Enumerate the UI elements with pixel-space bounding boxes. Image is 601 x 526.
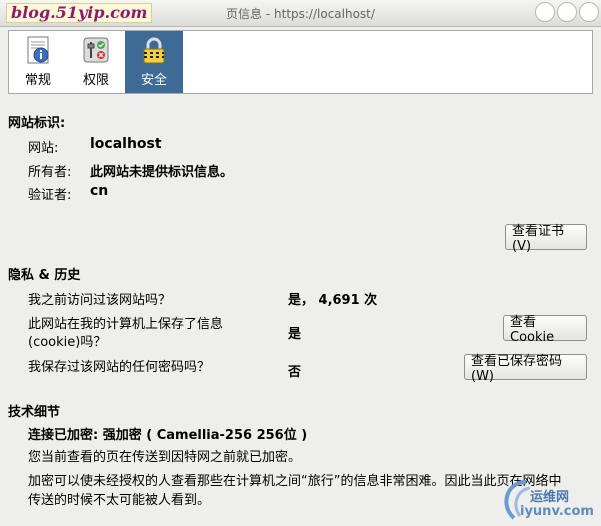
technical-line1: 您当前查看的页在传送到因特网之前就已加密。 [28,450,302,465]
identity-heading: 网站标识: [8,116,66,131]
tab-security-label: 安全 [140,73,167,88]
site-label: 网站: [28,141,59,156]
technical-line2: 加密可以使未经授权的人查看那些在计算机之间“旅行”的信息非常困难。因此当此页在网… [28,474,562,489]
cookie-answer: 是 [288,327,302,342]
password-question: 我保存过该网站的任何密码吗？ [28,360,211,375]
privacy-heading: 隐私 & 历史 [8,268,81,283]
view-cookie-button[interactable]: 查看 Cookie [503,315,587,345]
tab-general[interactable]: 常规 [9,31,67,93]
owner-value: 此网站未提供标识信息。 [90,165,234,180]
site-value: localhost [90,136,162,152]
verifier-value: cn [90,183,109,199]
visited-question: 我之前访问过该网站吗？ [28,293,172,308]
tab-permissions-label: 权限 [82,73,109,88]
tab-toolbar: 常规 权限 安全 [8,30,593,94]
window-title: 页信息 - https://localhost/ [226,7,375,21]
verifier-label: 验证者: [28,188,72,203]
close-button[interactable] [579,2,599,22]
tab-permissions[interactable]: 权限 [67,31,125,93]
maximize-button[interactable] [557,2,577,22]
technical-heading: 技术细节 [8,405,61,420]
minimize-button[interactable] [535,2,555,22]
password-answer: 否 [288,365,302,380]
technical-line3: 传送的时候不太可能被人看到。 [28,493,211,508]
view-certificate-button[interactable]: 查看证书(V) [505,224,587,254]
tab-security[interactable]: 安全 [125,31,183,93]
logo-en-text: iyunv.com [520,504,594,519]
tab-general-label: 常规 [24,73,51,88]
title-bar[interactable]: blog.51yip.com 页信息 - https://localhost/ [0,0,601,27]
lock-icon [143,37,165,64]
encryption-status: 连接已加密: 强加密 ( Camellia-256 256位 ) [28,428,308,443]
corner-logo: 运维网 iyunv.com [496,476,600,524]
permissions-switch-icon [83,37,109,63]
info-document-icon [27,36,49,64]
cookie-question-line1: 此网站在我的计算机上保存了信息 [28,317,224,332]
visited-answer: 是， 4,691 次 [288,293,378,308]
view-saved-passwords-button[interactable]: 查看已保存密码(W) [464,354,587,384]
owner-label: 所有者: [28,165,72,180]
cookie-question-line2: (cookie)吗？ [28,335,107,350]
logo-cn-text: 运维网 [530,490,570,505]
